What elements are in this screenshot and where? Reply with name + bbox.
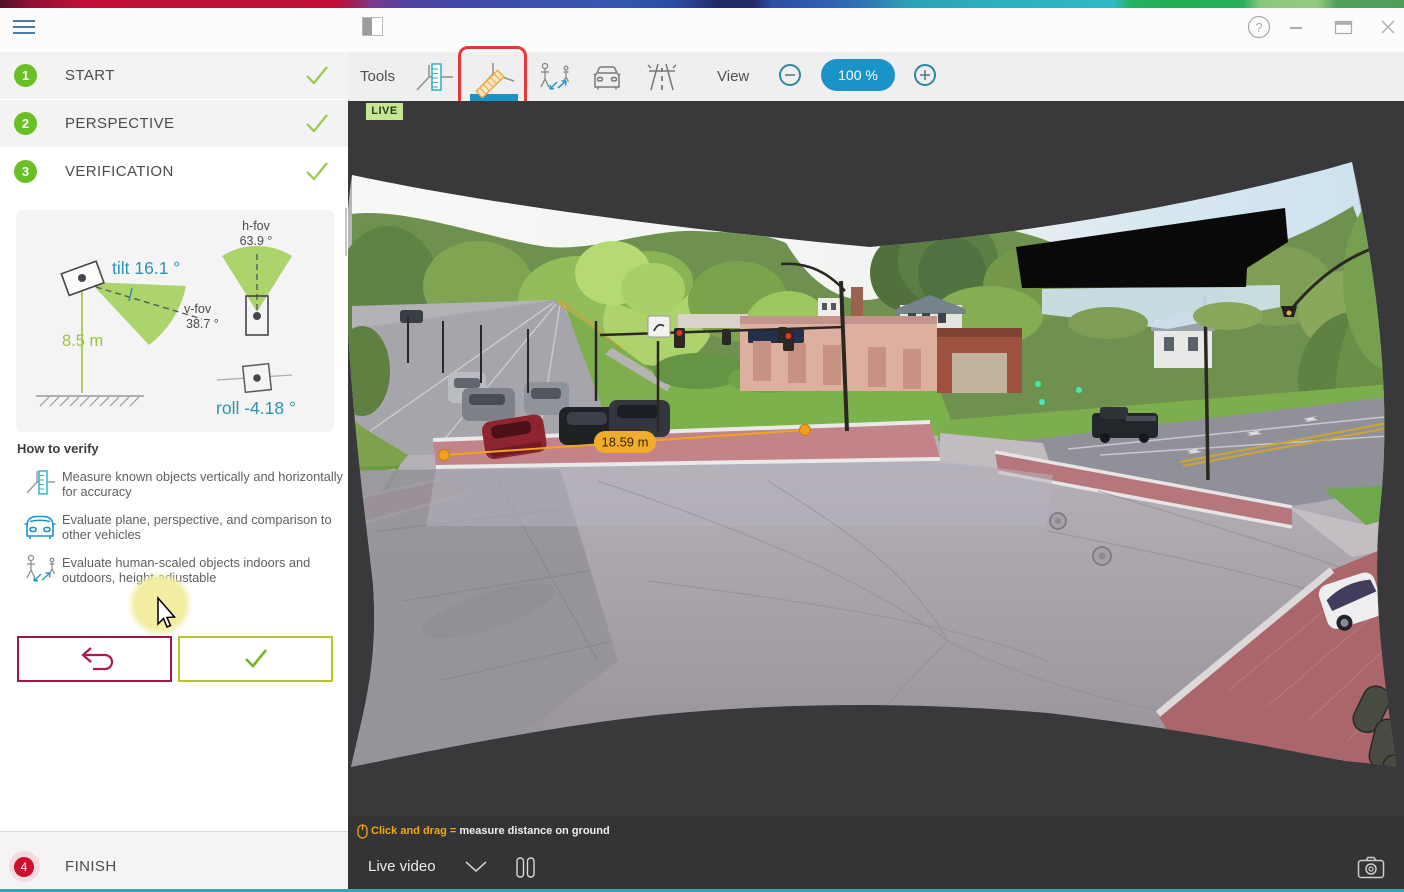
svg-text:8.5 m: 8.5 m (62, 332, 103, 350)
svg-text:63.9 °: 63.9 ° (240, 234, 273, 248)
svg-text:tilt 16.1 °: tilt 16.1 ° (112, 258, 180, 278)
svg-text:?: ? (1255, 20, 1262, 35)
svg-text:38.7 °: 38.7 ° (186, 317, 219, 331)
svg-text:v-fov: v-fov (184, 302, 212, 316)
svg-text:18.59 m: 18.59 m (602, 435, 649, 450)
svg-text:h-fov: h-fov (242, 219, 271, 233)
svg-text:roll -4.18 °: roll -4.18 ° (216, 398, 296, 418)
